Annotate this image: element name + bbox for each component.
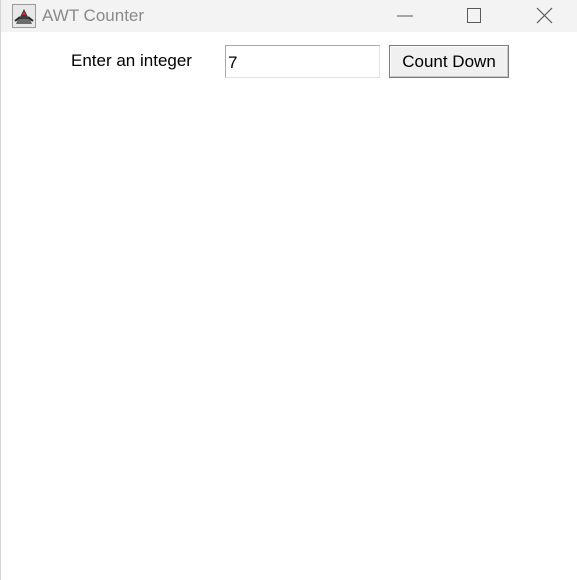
title-bar[interactable]: AWT Counter bbox=[1, 0, 577, 32]
integer-input[interactable] bbox=[225, 45, 380, 78]
maximize-icon bbox=[467, 8, 481, 23]
count-down-button[interactable]: Count Down bbox=[389, 45, 509, 78]
integer-label: Enter an integer bbox=[71, 51, 192, 70]
minimize-icon bbox=[397, 15, 413, 17]
close-icon bbox=[536, 7, 553, 24]
java-coffee-cup-icon[interactable] bbox=[12, 4, 36, 28]
close-button[interactable] bbox=[521, 0, 567, 32]
content-panel bbox=[1, 32, 577, 580]
minimize-button[interactable] bbox=[381, 0, 427, 32]
app-window: AWT Counter Enter an integer Count Down bbox=[0, 0, 577, 580]
window-title: AWT Counter bbox=[42, 6, 145, 25]
maximize-button[interactable] bbox=[450, 0, 496, 32]
